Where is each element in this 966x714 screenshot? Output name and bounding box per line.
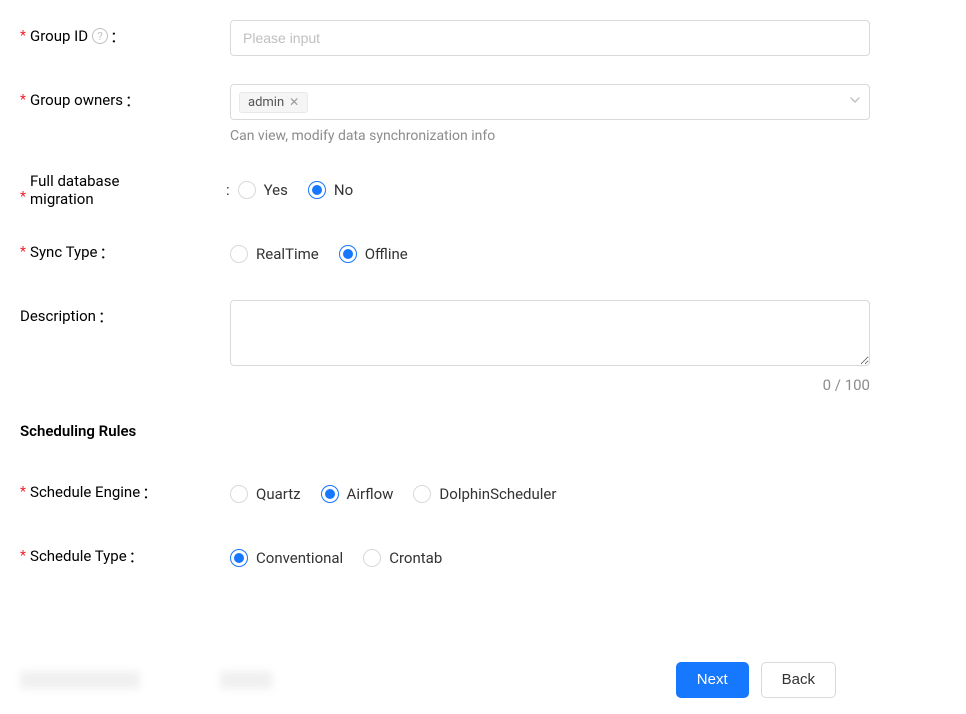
colon: ：: [125, 90, 140, 111]
radio-label-crontab: Crontab: [389, 549, 442, 567]
close-icon[interactable]: ✕: [289, 96, 299, 108]
owner-tag: admin ✕: [239, 92, 308, 113]
radio-label-no: No: [334, 181, 353, 199]
colon: ：: [110, 26, 125, 47]
radio-realtime[interactable]: RealTime: [230, 245, 319, 263]
row-group-id: * Group ID ? ：: [20, 20, 946, 56]
label-text-group-id: Group ID: [30, 27, 88, 45]
row-schedule-engine: * Schedule Engine ： Quartz Airflow Dolph…: [20, 476, 946, 512]
section-scheduling-rules: Scheduling Rules: [20, 422, 946, 440]
colon: ：: [98, 306, 113, 327]
label-text-full-migration: Full database migration: [30, 172, 150, 208]
schedule-type-radio-group: Conventional Crontab: [230, 540, 870, 576]
control-group-owners: admin ✕ Can view, modify data synchroniz…: [230, 84, 870, 144]
colon: :: [226, 181, 230, 199]
label-full-migration: * Full database migration: [20, 172, 230, 208]
owner-tag-label: admin: [248, 95, 284, 110]
radio-label-quartz: Quartz: [256, 485, 301, 503]
label-text-schedule-type: Schedule Type: [30, 547, 127, 565]
label-text-sync-type: Sync Type: [30, 243, 97, 261]
radio-dolphin[interactable]: DolphinScheduler: [413, 485, 556, 503]
back-button[interactable]: Back: [761, 662, 836, 698]
row-schedule-type: * Schedule Type ： Conventional Crontab: [20, 540, 946, 576]
label-group-owners: * Group owners ：: [20, 84, 230, 116]
control-sync-type: RealTime Offline: [230, 236, 870, 272]
required-marker: *: [20, 548, 26, 564]
radio-offline[interactable]: Offline: [339, 245, 408, 263]
description-counter: 0 / 100: [230, 376, 870, 394]
radio-label-airflow: Airflow: [347, 485, 394, 503]
control-schedule-type: Conventional Crontab: [230, 540, 870, 576]
full-migration-radio-group: Yes No: [238, 172, 878, 208]
label-text-group-owners: Group owners: [30, 91, 123, 109]
control-full-migration: Yes No: [238, 172, 878, 208]
radio-label-realtime: RealTime: [256, 245, 319, 263]
radio-icon: [363, 549, 381, 567]
group-owners-select[interactable]: admin ✕: [230, 84, 870, 120]
obscured-control: [220, 671, 272, 689]
label-group-id: * Group ID ? ：: [20, 20, 230, 52]
obscured-label: [20, 671, 140, 689]
radio-airflow[interactable]: Airflow: [321, 485, 394, 503]
radio-crontab[interactable]: Crontab: [363, 549, 442, 567]
radio-conventional[interactable]: Conventional: [230, 549, 343, 567]
label-schedule-engine: * Schedule Engine ：: [20, 476, 230, 508]
radio-icon: [321, 485, 339, 503]
colon: ：: [100, 242, 115, 263]
radio-label-conventional: Conventional: [256, 549, 343, 567]
row-sync-type: * Sync Type ： RealTime Offline: [20, 236, 946, 272]
row-full-migration: * Full database migration : Yes No: [20, 172, 946, 208]
schedule-engine-radio-group: Quartz Airflow DolphinScheduler: [230, 476, 870, 512]
label-description: Description ：: [20, 300, 230, 332]
control-schedule-engine: Quartz Airflow DolphinScheduler: [230, 476, 870, 512]
required-marker: *: [20, 484, 26, 500]
radio-icon: [238, 181, 256, 199]
radio-icon: [339, 245, 357, 263]
description-textarea[interactable]: [230, 300, 870, 366]
radio-icon: [230, 549, 248, 567]
colon: ：: [142, 482, 157, 503]
radio-label-yes: Yes: [264, 181, 288, 199]
label-sync-type: * Sync Type ：: [20, 236, 230, 268]
footer-bar: Next Back: [0, 644, 966, 714]
group-owners-helper: Can view, modify data synchronization in…: [230, 128, 870, 144]
radio-no[interactable]: No: [308, 181, 353, 199]
colon: ：: [129, 546, 144, 567]
radio-icon: [308, 181, 326, 199]
radio-icon: [413, 485, 431, 503]
label-schedule-type: * Schedule Type ：: [20, 540, 230, 572]
required-marker: *: [20, 244, 26, 260]
chevron-down-icon: [849, 94, 861, 110]
radio-label-dolphin: DolphinScheduler: [439, 485, 556, 503]
control-group-id: [230, 20, 870, 56]
radio-icon: [230, 245, 248, 263]
radio-yes[interactable]: Yes: [238, 181, 288, 199]
row-description: Description ： 0 / 100: [20, 300, 946, 394]
radio-label-offline: Offline: [365, 245, 408, 263]
sync-type-radio-group: RealTime Offline: [230, 236, 870, 272]
required-marker: *: [20, 28, 26, 44]
help-icon[interactable]: ?: [92, 28, 108, 44]
next-button[interactable]: Next: [676, 662, 749, 698]
required-marker: *: [20, 189, 26, 205]
required-marker: *: [20, 92, 26, 108]
radio-icon: [230, 485, 248, 503]
row-group-owners: * Group owners ： admin ✕ Can view, modif…: [20, 84, 946, 144]
control-description: 0 / 100: [230, 300, 870, 394]
label-text-description: Description: [20, 307, 96, 325]
label-text-schedule-engine: Schedule Engine: [30, 483, 140, 501]
radio-quartz[interactable]: Quartz: [230, 485, 301, 503]
group-id-input[interactable]: [230, 20, 870, 56]
